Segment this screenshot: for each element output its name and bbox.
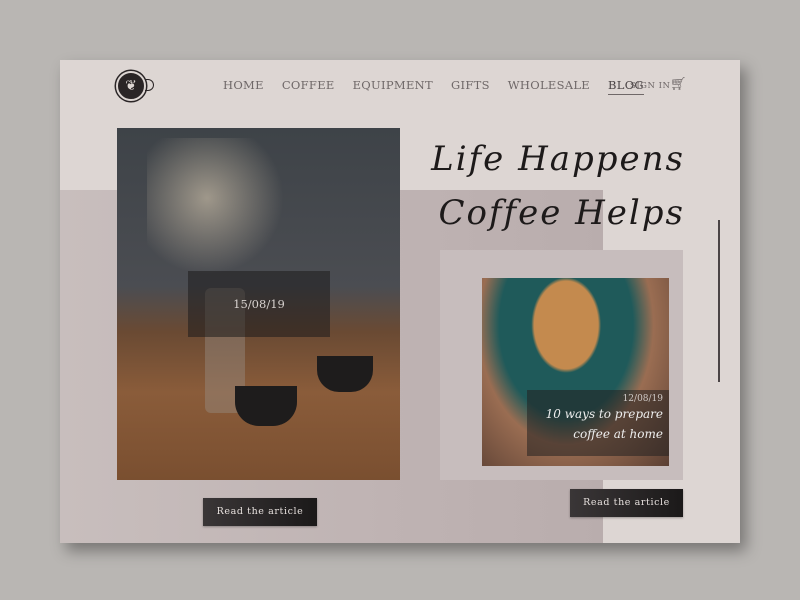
- post-title-line-2: coffee at home: [573, 427, 663, 441]
- page-card: ❦ HOME COFFEE EQUIPMENT GIFTS WHOLESALE …: [60, 60, 740, 543]
- post-date: 15/08/19: [188, 271, 330, 337]
- nav-gifts[interactable]: GIFTS: [451, 78, 490, 95]
- nav-coffee[interactable]: COFFEE: [282, 78, 335, 95]
- sign-in-link[interactable]: SIGN IN: [630, 81, 670, 91]
- nav-equipment[interactable]: EQUIPMENT: [353, 78, 433, 95]
- read-article-button-1[interactable]: Read the article: [203, 498, 317, 526]
- hero-title: Life Happens Coffee Helps: [431, 132, 685, 240]
- coffee-cup: [235, 386, 297, 426]
- post-image-coffee-table[interactable]: 15/08/19: [117, 128, 400, 480]
- post-title-line-1: 10 ways to prepare: [545, 407, 663, 421]
- hero-line-2: Coffee Helps: [438, 193, 685, 233]
- hero-line-1: Life Happens: [431, 139, 685, 179]
- nav-home[interactable]: HOME: [223, 78, 264, 95]
- featured-post-frame: 12/08/19 10 ways to prepare coffee at ho…: [440, 250, 683, 480]
- cart-icon[interactable]: 🛒︎: [670, 77, 687, 92]
- coffee-cup: [317, 356, 373, 392]
- logo-icon[interactable]: ❦: [116, 71, 146, 101]
- dried-flowers: [147, 138, 297, 288]
- nav-wholesale[interactable]: WHOLESALE: [508, 78, 590, 95]
- post-overlay: 12/08/19 10 ways to prepare coffee at ho…: [527, 390, 669, 456]
- read-article-button-2[interactable]: Read the article: [570, 489, 683, 517]
- logo-cup-handle: [145, 79, 154, 91]
- scrollbar[interactable]: [718, 220, 720, 382]
- main-nav: HOME COFFEE EQUIPMENT GIFTS WHOLESALE BL…: [223, 78, 644, 95]
- post-date: 12/08/19: [622, 394, 663, 404]
